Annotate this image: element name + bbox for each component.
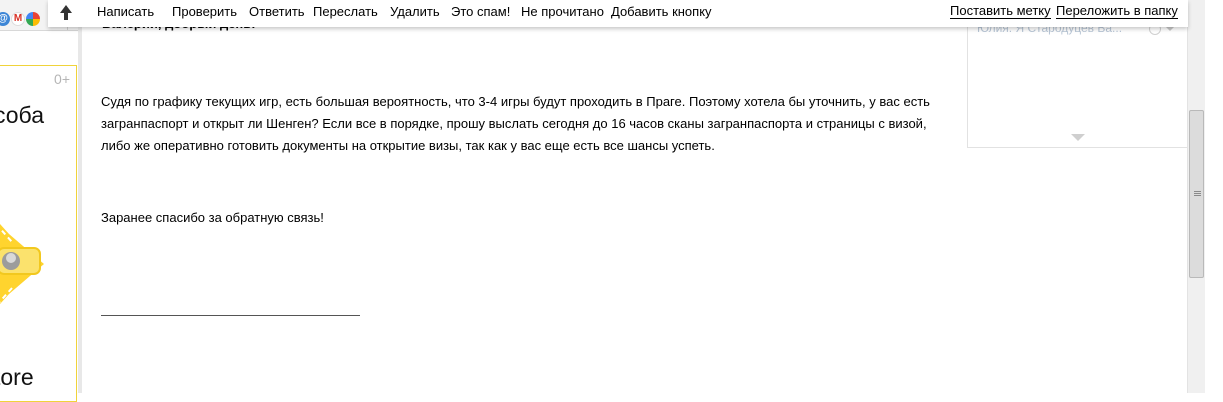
promo-card[interactable]: 0+ соба tore xyxy=(0,65,77,402)
circle-app-icon[interactable] xyxy=(26,12,40,26)
move-to-folder-button[interactable]: Переложить в папку xyxy=(1056,4,1178,19)
message-closing: Заранее спасибо за обратную связь! xyxy=(101,210,324,225)
spam-button[interactable]: Это спам! xyxy=(451,4,510,19)
vertical-scrollbar[interactable] xyxy=(1187,0,1206,393)
gmail-icon[interactable]: M xyxy=(11,12,25,26)
panel-edge xyxy=(78,0,82,393)
promo-count: 0+ xyxy=(54,71,70,87)
set-label-button[interactable]: Поставить метку xyxy=(950,4,1051,19)
promo-subtitle-fragment: tore xyxy=(0,364,34,390)
mail-toolbar: Написать Проверить Ответить Переслать Уд… xyxy=(48,0,1188,27)
grip-line xyxy=(1194,195,1201,196)
promo-title-fragment: соба xyxy=(0,102,44,128)
signature-divider xyxy=(101,315,360,316)
message-paragraph: Судя по графику текущих игр, есть больша… xyxy=(101,94,930,153)
promo-graphic-icon xyxy=(0,224,44,304)
window-gutter xyxy=(1205,0,1223,393)
left-panel: @ M 0+ соба tore xyxy=(0,0,82,402)
grip-line xyxy=(1194,193,1201,194)
expand-arrow-icon[interactable] xyxy=(1071,134,1085,141)
compose-button[interactable]: Написать xyxy=(97,4,154,19)
scrollbar-thumb[interactable] xyxy=(1189,110,1204,278)
thread-preview-widget: Юлия: Я Стародуцев Ва... xyxy=(967,12,1188,148)
mark-unread-button[interactable]: Не прочитано xyxy=(521,4,604,19)
arrow-up-icon[interactable] xyxy=(56,2,76,22)
reply-button[interactable]: Ответить xyxy=(249,4,305,19)
check-button[interactable]: Проверить xyxy=(172,4,237,19)
add-button-link[interactable]: Добавить кнопку xyxy=(611,4,712,19)
mail-at-icon[interactable]: @ xyxy=(0,12,10,26)
grip-line xyxy=(1194,191,1201,192)
delete-button[interactable]: Удалить xyxy=(390,4,440,19)
forward-button[interactable]: Переслать xyxy=(313,4,378,19)
left-app-icons: @ M xyxy=(0,12,40,26)
